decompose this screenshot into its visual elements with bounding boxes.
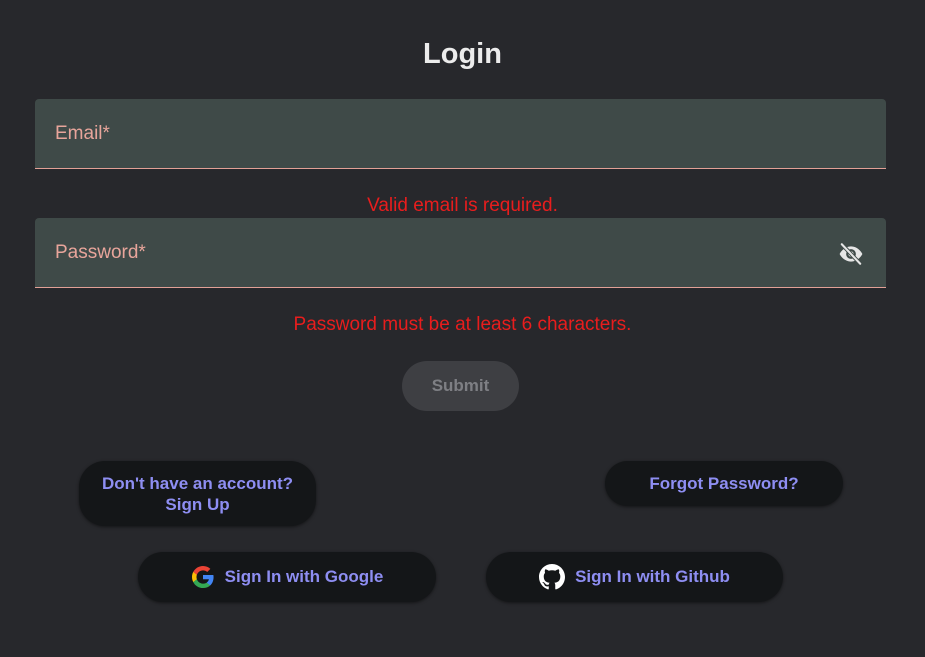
page-title: Login (423, 38, 502, 70)
google-signin-label: Sign In with Google (224, 567, 384, 586)
github-logo-icon (539, 564, 566, 590)
github-signin-button[interactable]: Sign In with Github (486, 552, 783, 602)
email-field[interactable]: Email* (35, 99, 886, 169)
email-input[interactable] (35, 99, 886, 168)
github-signin-label: Sign In with Github (575, 567, 730, 586)
eye-off-icon[interactable] (836, 241, 866, 267)
password-error-message: Password must be at least 6 characters. (293, 314, 632, 335)
submit-button[interactable]: Submit (402, 361, 519, 411)
google-logo-icon (191, 565, 215, 589)
forgot-password-label: Forgot Password? (649, 473, 799, 493)
signup-link-button[interactable]: Don't have an account? Sign Up (79, 461, 316, 526)
login-page: Login Email* Valid email is required. Pa… (0, 0, 925, 657)
signup-link-text: Sign Up (165, 494, 230, 514)
password-input[interactable] (35, 218, 886, 287)
signup-prompt-text: Don't have an account? (101, 473, 294, 493)
password-field[interactable]: Password* (35, 218, 886, 288)
email-error-message: Valid email is required. (367, 195, 558, 216)
forgot-password-button[interactable]: Forgot Password? (605, 461, 843, 506)
google-signin-button[interactable]: Sign In with Google (138, 552, 436, 602)
